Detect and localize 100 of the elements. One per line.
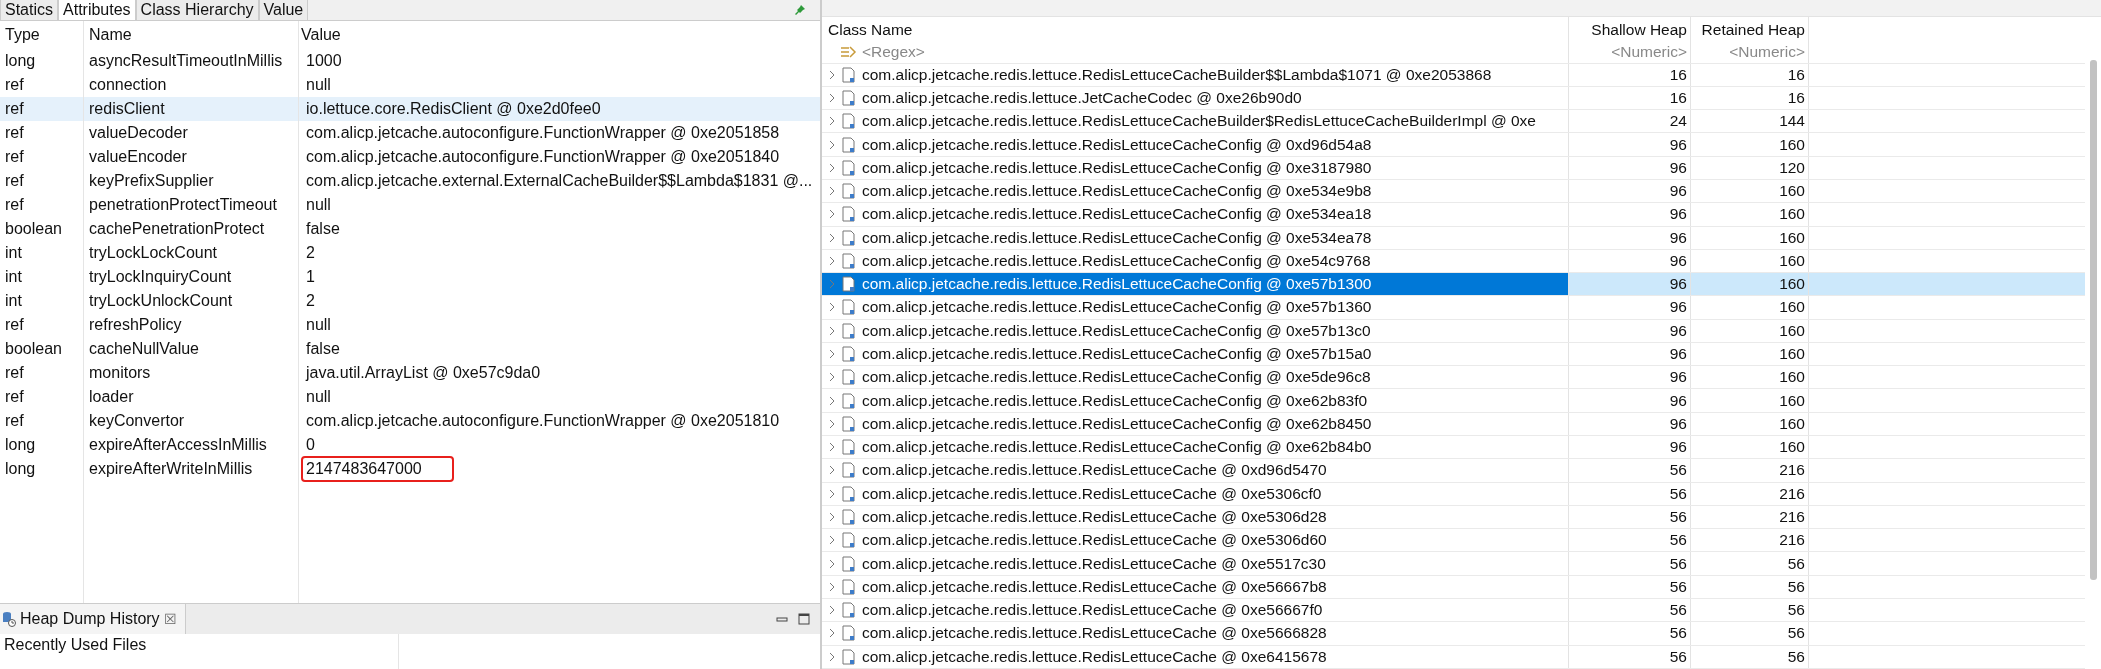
object-name[interactable]: com.alicp.jetcache.redis.lettuce.RedisLettuceCacheConfig @ 0xe54c9768 <box>860 249 1373 273</box>
retained-heap-cell: 216 <box>1691 505 1809 529</box>
attribute-row[interactable]: long expireAfterAccessInMillis 0 <box>0 433 820 457</box>
close-icon[interactable]: ☒ <box>163 611 177 627</box>
attribute-row[interactable]: ref redisClient io.lettuce.core.RedisClient @ 0xe2d0fee0 <box>0 97 820 121</box>
expand-icon[interactable] <box>828 581 836 592</box>
expand-icon[interactable] <box>828 349 836 360</box>
expand-icon[interactable] <box>828 395 836 406</box>
object-name[interactable]: com.alicp.jetcache.redis.lettuce.RedisLettuceCacheConfig @ 0xe57b1360 <box>860 296 1374 319</box>
column-header[interactable]: Class Name <box>822 17 1569 43</box>
value-cell-text: 1 <box>305 267 316 287</box>
expand-icon[interactable] <box>828 255 836 266</box>
object-name[interactable]: com.alicp.jetcache.redis.lettuce.RedisLettuceCacheConfig @ 0xe534e9b8 <box>860 179 1374 203</box>
attribute-row[interactable]: ref loader null <box>0 385 820 409</box>
attribute-row[interactable]: int tryLockInquiryCount 1 <box>0 265 820 289</box>
attribute-row[interactable]: ref refreshPolicy null <box>0 313 820 337</box>
object-name[interactable]: com.alicp.jetcache.redis.lettuce.RedisLettuceCacheConfig @ 0xe62b8450 <box>860 412 1374 436</box>
object-name[interactable]: com.alicp.jetcache.redis.lettuce.RedisLettuceCacheConfig @ 0xe5de96c8 <box>860 366 1373 389</box>
object-name[interactable]: com.alicp.jetcache.redis.lettuce.RedisLettuceCacheConfig @ 0xe534ea18 <box>860 203 1374 226</box>
expand-icon[interactable] <box>828 139 836 150</box>
object-name[interactable]: com.alicp.jetcache.redis.lettuce.RedisLettuceCache @ 0xe5306cf0 <box>860 482 1324 505</box>
object-name[interactable]: com.alicp.jetcache.redis.lettuce.JetCacheCodec @ 0xe26b90d0 <box>860 86 1304 110</box>
expand-icon[interactable] <box>828 116 836 127</box>
object-name[interactable]: com.alicp.jetcache.redis.lettuce.RedisLettuceCache @ 0xe5666828 <box>860 622 1329 645</box>
retained-heap-cell: 160 <box>1691 436 1809 459</box>
type-cell: ref <box>0 97 84 121</box>
expand-icon[interactable] <box>828 186 836 197</box>
attribute-row[interactable]: boolean cacheNullValue false <box>0 337 820 361</box>
expand-icon[interactable] <box>828 209 836 220</box>
inspector-tab[interactable]: Class Hierarchy <box>135 0 259 20</box>
name-cell: cachePenetrationProtect <box>84 217 299 241</box>
attribute-row[interactable]: ref keyPrefixSupplier com.alicp.jetcache.external.ExternalCacheBuilder$$Lambda$1831 @... <box>0 169 820 193</box>
attribute-row[interactable]: ref valueDecoder com.alicp.jetcache.autoconfigure.FunctionWrapper @ 0xe2051858 <box>0 121 820 145</box>
attribute-row[interactable]: ref valueEncoder com.alicp.jetcache.autoconfigure.FunctionWrapper @ 0xe2051840 <box>0 145 820 169</box>
expand-icon[interactable] <box>828 651 836 662</box>
object-name[interactable]: com.alicp.jetcache.redis.lettuce.RedisLettuceCache @ 0xe5517c30 <box>860 552 1328 575</box>
value-cell-text: com.alicp.jetcache.autoconfigure.FunctionWrapper @ 0xe2051840 <box>305 147 781 167</box>
expand-icon[interactable] <box>828 372 836 383</box>
pin-icon[interactable] <box>794 4 806 16</box>
expand-icon[interactable] <box>828 442 836 453</box>
expand-icon[interactable] <box>828 535 836 546</box>
attribute-row[interactable]: int tryLockLockCount 2 <box>0 241 820 265</box>
object-name[interactable]: com.alicp.jetcache.redis.lettuce.RedisLettuceCacheConfig @ 0xe57b13c0 <box>860 319 1373 342</box>
inspector-tab[interactable]: Value <box>258 0 309 20</box>
shallow-heap-cell: 56 <box>1569 505 1691 529</box>
expand-icon[interactable] <box>828 325 836 336</box>
view-tab[interactable]: Heap Dump History ☒ <box>0 604 186 634</box>
expand-icon[interactable] <box>828 488 836 499</box>
attribute-row[interactable]: ref monitors java.util.ArrayList @ 0xe57c9da0 <box>0 361 820 385</box>
object-name[interactable]: com.alicp.jetcache.redis.lettuce.RedisLettuceCacheConfig @ 0xe3187980 <box>860 156 1374 179</box>
attribute-row[interactable]: boolean cachePenetrationProtect false <box>0 217 820 241</box>
type-cell: ref <box>0 193 84 217</box>
expand-icon[interactable] <box>828 418 836 429</box>
expand-icon[interactable] <box>828 302 836 313</box>
object-name[interactable]: com.alicp.jetcache.redis.lettuce.RedisLettuceCache @ 0xe56667f0 <box>860 599 1325 622</box>
object-name[interactable]: com.alicp.jetcache.redis.lettuce.RedisLettuceCache @ 0xe5306d28 <box>860 505 1329 529</box>
expand-icon[interactable] <box>828 232 836 243</box>
inspector-tab[interactable]: Statics <box>0 0 58 20</box>
attribute-row[interactable]: long expireAfterWriteInMillis 2147483647000 <box>0 457 820 481</box>
column-header[interactable]: Type <box>0 21 84 49</box>
column-header[interactable]: Name <box>84 21 299 49</box>
object-name[interactable]: com.alicp.jetcache.redis.lettuce.RedisLettuceCacheBuilder$RedisLettuceCacheBuilderImpl @ 0xe <box>860 110 1538 133</box>
object-name[interactable]: com.alicp.jetcache.redis.lettuce.RedisLettuceCacheConfig @ 0xe62b84b0 <box>860 436 1374 459</box>
name-cell: asyncResultTimeoutInMillis <box>84 49 299 73</box>
object-name[interactable]: com.alicp.jetcache.redis.lettuce.RedisLettuceCacheBuilder$$Lambda$1071 @ 0xe2053868 <box>860 63 1494 86</box>
object-icon <box>842 555 856 572</box>
expand-icon[interactable] <box>828 92 836 103</box>
column-header[interactable]: Shallow Heap <box>1569 17 1691 43</box>
inspector-tab[interactable]: Attributes <box>58 0 136 20</box>
object-name[interactable]: com.alicp.jetcache.redis.lettuce.RedisLettuceCache @ 0xe6415678 <box>860 645 1329 668</box>
object-name[interactable]: com.alicp.jetcache.redis.lettuce.RedisLettuceCacheConfig @ 0xe57b15a0 <box>860 342 1374 366</box>
attribute-row[interactable]: long asyncResultTimeoutInMillis 1000 <box>0 49 820 73</box>
name-cell: keyPrefixSupplier <box>84 169 299 193</box>
expand-icon[interactable] <box>828 558 836 569</box>
maximize-icon[interactable] <box>798 613 810 625</box>
expand-icon[interactable] <box>828 512 836 522</box>
object-name[interactable]: com.alicp.jetcache.redis.lettuce.RedisLettuceCache @ 0xd96d5470 <box>860 459 1329 482</box>
numeric-filter-field[interactable]: <Numeric> <box>1569 42 1691 63</box>
expand-icon[interactable] <box>828 162 836 173</box>
object-name[interactable]: com.alicp.jetcache.redis.lettuce.RedisLettuceCacheConfig @ 0xe534ea78 <box>860 226 1374 249</box>
object-icon <box>842 532 856 549</box>
attribute-row[interactable]: int tryLockUnlockCount 2 <box>0 289 820 313</box>
object-name[interactable]: com.alicp.jetcache.redis.lettuce.RedisLettuceCache @ 0xe56667b8 <box>860 575 1329 598</box>
expand-icon[interactable] <box>828 465 836 476</box>
attribute-row[interactable]: ref penetrationProtectTimeout null <box>0 193 820 217</box>
expand-icon[interactable] <box>828 69 836 80</box>
retained-heap-cell: 16 <box>1691 86 1809 110</box>
object-name[interactable]: com.alicp.jetcache.redis.lettuce.RedisLettuceCacheConfig @ 0xe62b83f0 <box>860 389 1370 412</box>
attribute-row[interactable]: ref keyConvertor com.alicp.jetcache.autoconfigure.FunctionWrapper @ 0xe2051810 <box>0 409 820 433</box>
column-header[interactable]: Retained Heap <box>1691 17 1809 43</box>
regex-filter-field[interactable]: <Regex> <box>862 43 925 62</box>
object-name[interactable]: com.alicp.jetcache.redis.lettuce.RedisLettuceCache @ 0xe5306d60 <box>860 529 1329 552</box>
expand-icon[interactable] <box>828 605 836 616</box>
scrollbar-thumb[interactable] <box>2090 60 2097 580</box>
object-icon <box>842 159 856 176</box>
numeric-filter-field[interactable]: <Numeric> <box>1691 42 1809 63</box>
object-name[interactable]: com.alicp.jetcache.redis.lettuce.RedisLettuceCacheConfig @ 0xd96d54a8 <box>860 133 1374 156</box>
column-header[interactable]: Value <box>299 21 820 49</box>
expand-icon[interactable] <box>828 628 836 639</box>
type-cell: long <box>0 433 84 457</box>
